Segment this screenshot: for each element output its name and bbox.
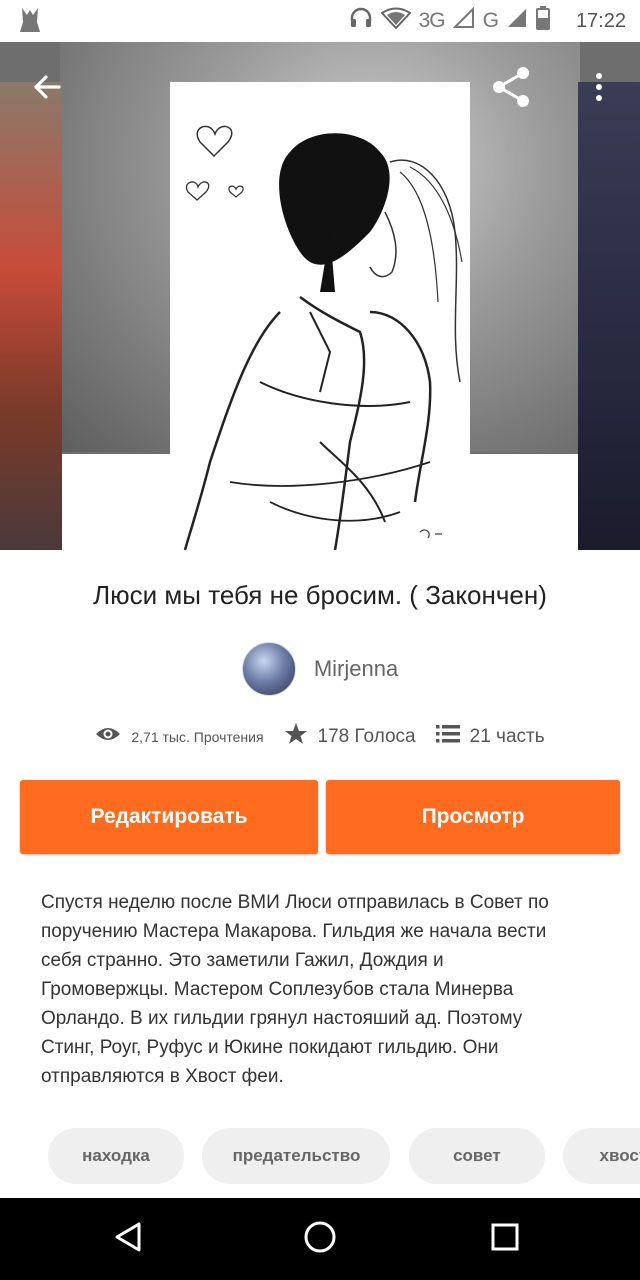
edit-button[interactable]: Редактировать: [20, 780, 318, 854]
nav-home-button[interactable]: [295, 1214, 345, 1264]
eye-icon: [95, 725, 121, 748]
clock: 17:22: [575, 9, 626, 32]
list-icon: [435, 724, 460, 749]
battery-icon: [535, 6, 550, 36]
nav-recents-button[interactable]: [480, 1214, 530, 1264]
status-bar: 3G G 17:22: [0, 0, 640, 42]
network-g-label: G: [482, 9, 499, 32]
wifi-icon: [380, 7, 412, 35]
more-vert-icon: [594, 72, 604, 107]
previous-story-cover[interactable]: [0, 82, 62, 550]
votes-count: 178 Голоса: [317, 725, 416, 747]
back-button[interactable]: [22, 64, 72, 114]
avatar[interactable]: [241, 642, 296, 696]
story-cover[interactable]: [170, 82, 470, 550]
votes-stat: 178 Голоса: [284, 722, 416, 751]
tag-chip[interactable]: предательство: [202, 1128, 391, 1184]
tag-chip[interactable]: находка: [48, 1128, 184, 1184]
system-navigation-bar: [0, 1198, 640, 1280]
parts-stat: 21 часть: [435, 724, 545, 749]
author-row[interactable]: Mirjenna: [0, 642, 640, 696]
signal-icon: [452, 6, 475, 35]
story-title: Люси мы тебя не бросим. ( Закончен): [93, 580, 547, 610]
nav-back-button[interactable]: [104, 1214, 154, 1264]
story-description: Спустя неделю после ВМИ Люси отправилась…: [41, 892, 549, 1087]
network-3g-label: 3G: [418, 9, 446, 32]
story-header: [0, 42, 640, 550]
signal-icon: [506, 7, 528, 35]
app-icon: [18, 6, 42, 39]
home-circle-icon: [303, 1220, 337, 1259]
tag-list: находка предательство совет хвост: [48, 1128, 640, 1184]
cover-illustration: [183, 125, 463, 550]
more-options-button[interactable]: [574, 64, 624, 114]
back-triangle-icon: [113, 1221, 145, 1258]
recents-square-icon: [490, 1222, 520, 1257]
tag-chip[interactable]: совет: [408, 1128, 545, 1184]
back-arrow-icon: [32, 72, 62, 107]
reads-stat: 2,71 тыс. Прочтения: [95, 725, 264, 748]
share-button[interactable]: [486, 64, 536, 114]
parts-count: 21 часть: [469, 725, 545, 747]
headphones-icon: [349, 6, 373, 36]
reads-count: 2,71 тыс. Прочтения: [131, 728, 264, 745]
next-story-cover[interactable]: [578, 82, 640, 550]
tag-chip[interactable]: хвост: [563, 1128, 640, 1184]
author-name[interactable]: Mirjenna: [314, 656, 398, 682]
star-icon: [284, 722, 308, 751]
view-button[interactable]: Просмотр: [326, 780, 620, 854]
story-stats: 2,71 тыс. Прочтения 178 Голоса 21 часть: [0, 722, 640, 751]
share-icon: [489, 65, 533, 114]
